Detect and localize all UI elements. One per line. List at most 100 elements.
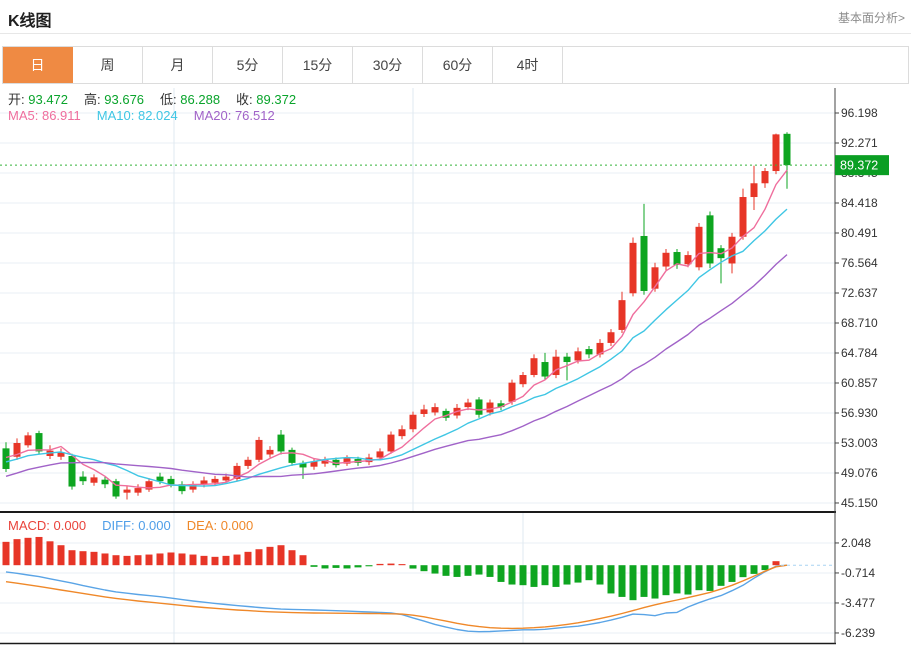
macd-bar <box>421 565 428 571</box>
interval-tab-4[interactable]: 15分 <box>283 47 353 83</box>
candle <box>377 451 384 457</box>
macd-bar <box>333 565 340 568</box>
candle <box>608 332 615 343</box>
candle <box>784 134 791 165</box>
axis-tick-label: 84.418 <box>841 196 878 210</box>
macd-bar <box>113 555 120 565</box>
interval-tab-5[interactable]: 30分 <box>353 47 423 83</box>
macd-bar <box>355 565 362 567</box>
candle <box>25 435 32 445</box>
axis-tick-label: 68.710 <box>841 316 878 330</box>
macd-bar <box>773 561 780 565</box>
macd-bar <box>377 564 384 565</box>
macd-bar <box>14 539 21 565</box>
candle <box>641 236 648 291</box>
macd-bar <box>685 565 692 594</box>
macd-bar <box>234 555 241 566</box>
candle <box>421 409 428 414</box>
axis-tick-label: -3.477 <box>841 596 875 610</box>
macd-bar <box>674 565 681 593</box>
legend-item: 低: 86.288 <box>160 92 220 107</box>
tabbar-filler <box>563 47 908 83</box>
candle <box>762 171 769 183</box>
macd-bar <box>498 565 505 582</box>
candle <box>168 479 175 484</box>
page-title: K线图 <box>8 7 52 31</box>
interval-tab-1[interactable]: 周 <box>73 47 143 83</box>
macd-bar <box>300 555 307 565</box>
chart-canvas[interactable]: 96.19892.27188.34584.41880.49176.56472.6… <box>0 84 911 646</box>
macd-bar <box>531 565 538 587</box>
macd-bar <box>25 538 32 565</box>
macd-bar <box>630 565 637 600</box>
candle <box>245 460 252 466</box>
macd-bar <box>729 565 736 582</box>
macd-bar <box>91 552 98 565</box>
macd-bar <box>179 553 186 565</box>
candle <box>36 433 43 451</box>
macd-bar <box>542 565 549 585</box>
candle <box>91 477 98 482</box>
macd-bar <box>201 556 208 565</box>
interval-tab-0[interactable]: 日 <box>3 47 73 83</box>
candle <box>289 450 296 463</box>
interval-tab-3[interactable]: 5分 <box>213 47 283 83</box>
title-bar: K线图 基本面分析> <box>0 0 911 34</box>
macd-bar <box>619 565 626 597</box>
legend-item: MA20: 76.512 <box>194 108 275 123</box>
macd-bar <box>399 564 406 565</box>
macd-bar <box>256 549 263 565</box>
macd-bar <box>652 565 659 598</box>
candle <box>564 357 571 362</box>
interval-tab-7[interactable]: 4时 <box>493 47 563 83</box>
macd-bar <box>135 555 142 565</box>
fundamental-analysis-link[interactable]: 基本面分析> <box>838 9 905 26</box>
candle <box>520 375 527 384</box>
macd-bar <box>553 565 560 587</box>
candle <box>696 227 703 267</box>
candle <box>69 456 76 487</box>
candle <box>751 183 758 197</box>
legend-item: MA5: 86.911 <box>8 108 81 123</box>
candle <box>399 429 406 436</box>
axis-tick-label: 72.637 <box>841 286 878 300</box>
macd-bar <box>443 565 450 576</box>
candle <box>630 243 637 293</box>
macd-bar <box>322 565 329 568</box>
macd-bar <box>146 555 153 566</box>
macd-bar <box>80 551 87 565</box>
macd-bar <box>707 565 714 591</box>
macd-bar <box>168 552 175 565</box>
legend-item: MACD: 0.000 <box>8 518 86 533</box>
macd-bar <box>3 542 10 565</box>
macd-bar <box>388 564 395 566</box>
candle <box>388 435 395 452</box>
candle <box>410 415 417 430</box>
macd-bar <box>465 565 472 576</box>
candle <box>135 488 142 493</box>
legend-item: 高: 93.676 <box>84 92 144 107</box>
macd-bar <box>212 557 219 565</box>
candle <box>575 351 582 360</box>
candle <box>223 477 230 481</box>
interval-tab-2[interactable]: 月 <box>143 47 213 83</box>
candle <box>3 448 10 469</box>
macd-bar <box>47 541 54 565</box>
candle <box>80 477 87 482</box>
macd-bar <box>663 565 670 595</box>
interval-tab-6[interactable]: 60分 <box>423 47 493 83</box>
candle <box>663 253 670 267</box>
axis-tick-label: 96.198 <box>841 106 878 120</box>
macd-bar <box>586 565 593 580</box>
candle <box>124 490 131 493</box>
macd-bar <box>751 565 758 574</box>
candle <box>212 479 219 483</box>
ohlc-legend: 开: 93.472高: 93.676低: 86.288收: 89.372 <box>8 89 312 108</box>
macd-bar <box>740 565 747 577</box>
macd-bar <box>487 565 494 577</box>
macd-bar <box>289 550 296 565</box>
legend-item: DEA: 0.000 <box>187 518 254 533</box>
ma5-line <box>6 170 787 488</box>
ma-legend: MA5: 86.911MA10: 82.024MA20: 76.512 <box>8 108 291 123</box>
axis-tick-label: 53.003 <box>841 436 878 450</box>
